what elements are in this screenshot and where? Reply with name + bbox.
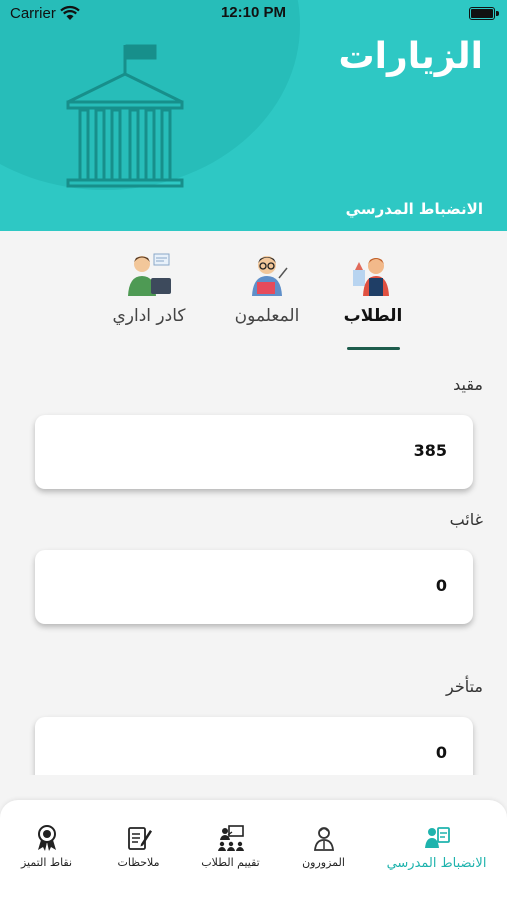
nav-item-excellence-points[interactable]: نقاط التميز (0, 824, 97, 869)
excellence-badge-icon (37, 825, 56, 851)
discipline-icon (424, 827, 450, 848)
nav-item-visitors[interactable]: المزورون (273, 824, 374, 869)
present-value: 385 (413, 441, 447, 460)
absent-value: 0 (435, 576, 447, 595)
school-building-icon (66, 44, 184, 188)
student-evaluation-icon (217, 825, 244, 851)
status-bar: Carrier 12:10 PM (0, 0, 507, 28)
category-tabs: الطلاب المعلمون كادر اداري (0, 250, 507, 360)
nav-label-notes: ملاحظات (117, 856, 160, 869)
absent-label: غائب (449, 510, 483, 529)
present-label: مقيد (453, 375, 483, 394)
tab-admin-staff-label: كادر اداري (112, 306, 186, 326)
tab-admin-staff[interactable]: كادر اداري (94, 250, 204, 326)
tab-teachers[interactable]: المعلمون (212, 250, 322, 326)
battery-icon (469, 7, 499, 20)
absent-field[interactable]: 0 (35, 550, 473, 624)
late-value: 0 (435, 743, 447, 762)
visitors-icon (313, 827, 334, 851)
student-avatar-icon (353, 258, 389, 296)
nav-label-excellence-points: نقاط التميز (20, 856, 73, 869)
clock: 12:10 PM (220, 4, 287, 21)
tab-students-label: الطلاب (343, 306, 403, 326)
header: Carrier 12:10 PM الزيارات الانضباط المدر… (0, 0, 507, 231)
nav-label-school-discipline: الانضباط المدرسي (386, 856, 487, 871)
notes-icon (127, 827, 152, 850)
nav-label-student-evaluation: تقييم الطلاب (201, 856, 260, 869)
teacher-avatar-icon (252, 256, 288, 296)
tab-students[interactable]: الطلاب (318, 250, 428, 326)
active-tab-indicator (347, 347, 400, 350)
late-label: متأخر (446, 677, 483, 696)
admin-staff-avatar-icon (128, 253, 171, 296)
nav-item-school-discipline[interactable]: الانضباط المدرسي (386, 824, 487, 871)
tab-teachers-label: المعلمون (234, 306, 300, 326)
page-title: الزيارات (338, 36, 483, 77)
page-subtitle: الانضباط المدرسي (345, 200, 483, 218)
bottom-nav: الانضباط المدرسي المزورون تقييم الطلاب م… (0, 800, 507, 900)
present-field[interactable]: 385 (35, 415, 473, 489)
nav-item-student-evaluation[interactable]: تقييم الطلاب (180, 824, 281, 869)
nav-item-notes[interactable]: ملاحظات (88, 824, 189, 869)
nav-label-visitors: المزورون (302, 856, 345, 869)
